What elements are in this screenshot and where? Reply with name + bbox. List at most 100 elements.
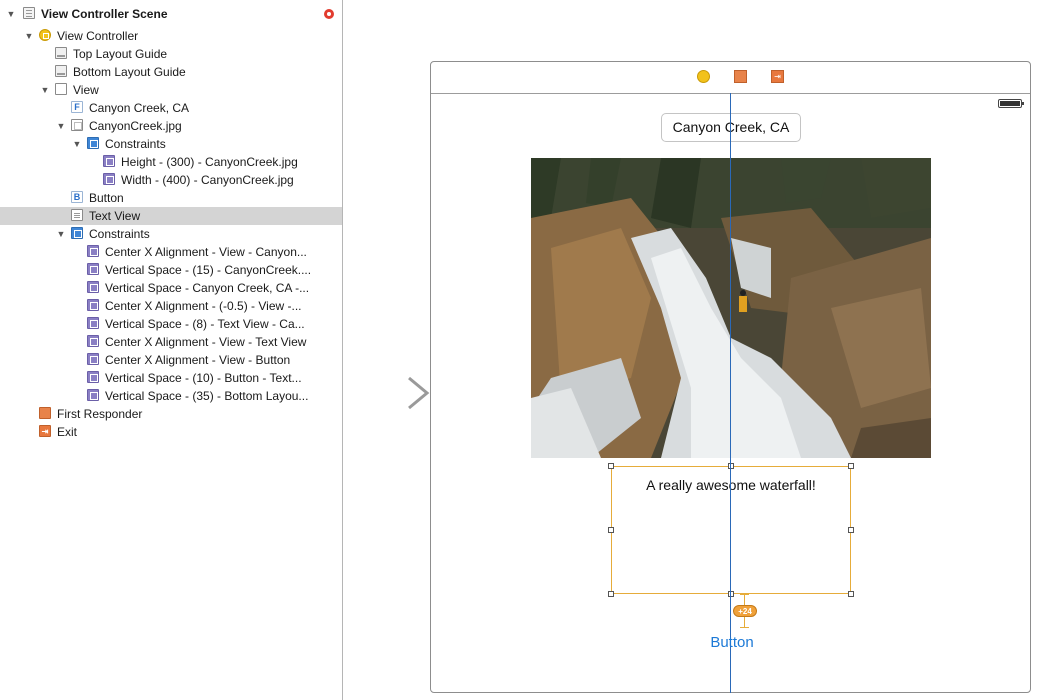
label-icon: F bbox=[71, 101, 83, 113]
outline-row-view[interactable]: ▼ View bbox=[0, 81, 342, 99]
outline-item-label: Vertical Space - (10) - Button - Text... bbox=[105, 371, 302, 385]
resize-handle-top[interactable] bbox=[728, 463, 734, 469]
waterfall-photo bbox=[531, 158, 931, 458]
outline-row-text-view[interactable]: Text View bbox=[0, 207, 342, 225]
exit-icon[interactable]: ⇥ bbox=[771, 70, 784, 83]
waterfall-image[interactable] bbox=[531, 158, 931, 458]
outline-row-constraint[interactable]: Vertical Space - (10) - Button - Text... bbox=[0, 369, 342, 387]
outline-row-constraint[interactable]: Vertical Space - Canyon Creek, CA -... bbox=[0, 279, 342, 297]
scene-dock: ⇥ bbox=[431, 62, 1030, 94]
exit-icon: ⇥ bbox=[39, 425, 51, 437]
initial-view-controller-arrow-icon[interactable] bbox=[343, 376, 433, 410]
resize-handle-bottom[interactable] bbox=[728, 591, 734, 597]
outline-item-label: Constraints bbox=[89, 227, 150, 241]
resize-handle-bottom-left[interactable] bbox=[608, 591, 614, 597]
outline-row-constraints-group[interactable]: ▼ Constraints bbox=[0, 135, 342, 153]
text-view[interactable]: A really awesome waterfall! bbox=[611, 466, 851, 594]
constraint-icon bbox=[87, 281, 99, 293]
first-responder-icon[interactable] bbox=[734, 70, 747, 83]
constraint-icon bbox=[87, 317, 99, 329]
view-icon bbox=[55, 83, 67, 95]
outline-item-label: Top Layout Guide bbox=[73, 47, 168, 61]
document-outline: ▼ View Controller Scene ▼ View Controlle… bbox=[0, 0, 343, 700]
resize-handle-bottom-right[interactable] bbox=[848, 591, 854, 597]
outline-item-label: View bbox=[73, 83, 99, 97]
outline-row-exit[interactable]: ⇥ Exit bbox=[0, 423, 342, 441]
outline-row-constraints-group[interactable]: ▼ Constraints bbox=[0, 225, 342, 243]
warning-icon[interactable] bbox=[324, 9, 334, 19]
outline-row-label[interactable]: F Canyon Creek, CA bbox=[0, 99, 342, 117]
outline-item-label: Center X Alignment - (-0.5) - View -... bbox=[105, 299, 302, 313]
first-responder-icon bbox=[39, 407, 51, 419]
outline-item-label: Vertical Space - (15) - CanyonCreek.... bbox=[105, 263, 312, 277]
scene-icon bbox=[23, 7, 35, 19]
outline-item-label: CanyonCreek.jpg bbox=[89, 119, 182, 133]
outline-item-label: Bottom Layout Guide bbox=[73, 65, 186, 79]
outline-item-label: Button bbox=[89, 191, 124, 205]
outline-item-label: Vertical Space - (35) - Bottom Layou... bbox=[105, 389, 309, 403]
constraint-icon bbox=[103, 173, 115, 185]
constraint-icon bbox=[87, 353, 99, 365]
disclosure-triangle-icon[interactable]: ▼ bbox=[40, 81, 50, 99]
resize-handle-top-right[interactable] bbox=[848, 463, 854, 469]
scene-button[interactable]: Button bbox=[687, 632, 777, 654]
outline-item-label: Width - (400) - CanyonCreek.jpg bbox=[121, 173, 294, 187]
disclosure-triangle-icon[interactable]: ▼ bbox=[56, 117, 66, 135]
outline-item-label: View Controller Scene bbox=[41, 7, 168, 21]
constraint-icon bbox=[87, 389, 99, 401]
resize-handle-top-left[interactable] bbox=[608, 463, 614, 469]
button-icon: B bbox=[71, 191, 83, 203]
outline-row-bottom-layout-guide[interactable]: Bottom Layout Guide bbox=[0, 63, 342, 81]
disclosure-triangle-icon[interactable]: ▼ bbox=[6, 5, 16, 23]
outline-item-label: Canyon Creek, CA bbox=[89, 101, 190, 115]
outline-row-constraint[interactable]: Center X Alignment - View - Button bbox=[0, 351, 342, 369]
constraint-icon bbox=[87, 245, 99, 257]
spacing-constraint-cap bbox=[740, 627, 749, 628]
scene-frame[interactable]: ⇥ Canyon Creek, CA A really awesome wate… bbox=[430, 61, 1031, 693]
outline-row-constraint[interactable]: Center X Alignment - (-0.5) - View -... bbox=[0, 297, 342, 315]
outline-item-label: Center X Alignment - View - Button bbox=[105, 353, 291, 367]
text-view-icon bbox=[71, 209, 83, 221]
outline-row-constraint[interactable]: Width - (400) - CanyonCreek.jpg bbox=[0, 171, 342, 189]
disclosure-triangle-icon[interactable]: ▼ bbox=[24, 27, 34, 45]
outline-item-label: Vertical Space - (8) - Text View - Ca... bbox=[105, 317, 305, 331]
battery-icon bbox=[998, 99, 1024, 108]
spacing-constraint-cap bbox=[740, 594, 749, 595]
outline-item-label: Vertical Space - Canyon Creek, CA -... bbox=[105, 281, 310, 295]
title-label[interactable]: Canyon Creek, CA bbox=[661, 113, 801, 142]
outline-row-constraint[interactable]: Center X Alignment - View - Canyon... bbox=[0, 243, 342, 261]
outline-row-constraint[interactable]: Center X Alignment - View - Text View bbox=[0, 333, 342, 351]
view-controller-icon bbox=[39, 29, 51, 41]
outline-row-constraint[interactable]: Height - (300) - CanyonCreek.jpg bbox=[0, 153, 342, 171]
outline-row-top-layout-guide[interactable]: Top Layout Guide bbox=[0, 45, 342, 63]
constraint-icon bbox=[87, 371, 99, 383]
outline-item-label: Exit bbox=[57, 425, 78, 439]
layout-guide-icon bbox=[55, 65, 67, 77]
constraint-badge[interactable]: +24 bbox=[733, 605, 757, 617]
constraints-group-icon bbox=[87, 137, 99, 149]
image-view-icon bbox=[71, 119, 83, 131]
outline-row-button[interactable]: B Button bbox=[0, 189, 342, 207]
disclosure-triangle-icon[interactable]: ▼ bbox=[56, 225, 66, 243]
resize-handle-left[interactable] bbox=[608, 527, 614, 533]
constraint-icon bbox=[87, 299, 99, 311]
outline-row-image-view[interactable]: ▼ CanyonCreek.jpg bbox=[0, 117, 342, 135]
outline-item-label: Center X Alignment - View - Text View bbox=[105, 335, 307, 349]
constraint-icon bbox=[103, 155, 115, 167]
view-controller-icon[interactable] bbox=[697, 70, 710, 83]
outline-item-label: Text View bbox=[89, 209, 141, 223]
disclosure-triangle-icon[interactable]: ▼ bbox=[72, 135, 82, 153]
outline-item-label: Center X Alignment - View - Canyon... bbox=[105, 245, 307, 259]
outline-row-scene[interactable]: ▼ View Controller Scene bbox=[0, 5, 342, 23]
layout-guide-icon bbox=[55, 47, 67, 59]
center-x-guide-line bbox=[730, 93, 731, 693]
outline-row-view-controller[interactable]: ▼ View Controller bbox=[0, 27, 342, 45]
outline-row-constraint[interactable]: Vertical Space - (15) - CanyonCreek.... bbox=[0, 261, 342, 279]
constraint-icon bbox=[87, 335, 99, 347]
constraints-group-icon bbox=[71, 227, 83, 239]
resize-handle-right[interactable] bbox=[848, 527, 854, 533]
outline-row-first-responder[interactable]: First Responder bbox=[0, 405, 342, 423]
outline-row-constraint[interactable]: Vertical Space - (35) - Bottom Layou... bbox=[0, 387, 342, 405]
outline-item-label: View Controller bbox=[57, 29, 139, 43]
outline-row-constraint[interactable]: Vertical Space - (8) - Text View - Ca... bbox=[0, 315, 342, 333]
